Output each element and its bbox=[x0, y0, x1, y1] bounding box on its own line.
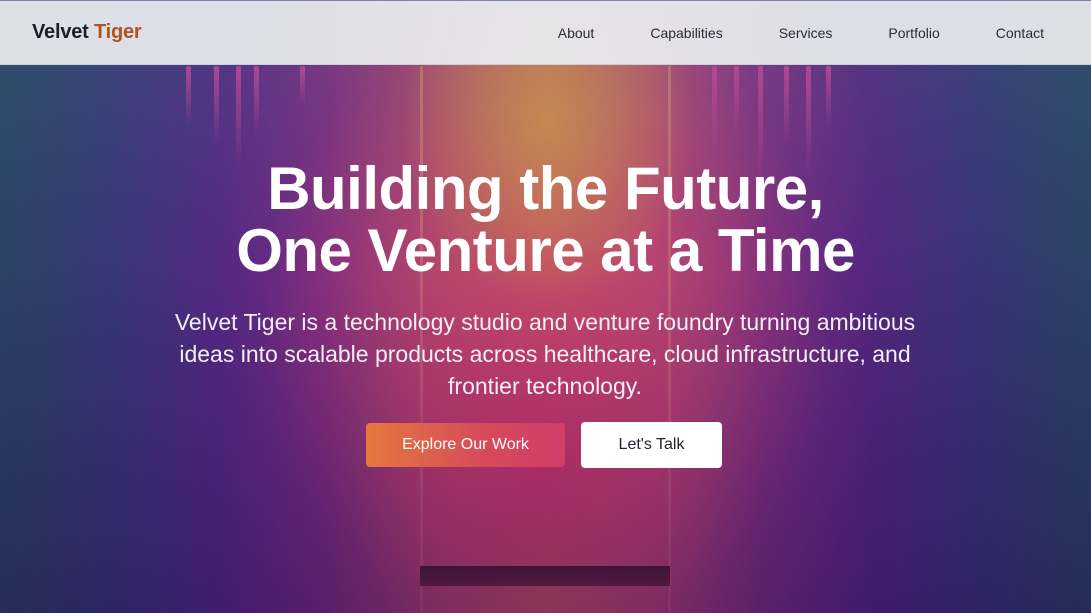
logo-text-accent: Tiger bbox=[93, 21, 142, 43]
hero-headline-line-2: One Venture at a Time bbox=[236, 217, 855, 284]
logo-text-primary: Velvet bbox=[32, 21, 89, 43]
brand-logo[interactable]: Velvet Tiger bbox=[32, 21, 142, 44]
lets-talk-button[interactable]: Let's Talk bbox=[581, 422, 722, 468]
top-navigation-bar: Velvet Tiger About Capabilities Services… bbox=[0, 0, 1091, 65]
nav-link-about[interactable]: About bbox=[558, 25, 595, 41]
nav-links: About Capabilities Services Portfolio Co… bbox=[558, 25, 1044, 41]
hero-headline-line-1: Building the Future, bbox=[267, 155, 824, 222]
hero-description: Velvet Tiger is a technology studio and … bbox=[174, 309, 916, 399]
landing-page: Velvet Tiger About Capabilities Services… bbox=[0, 0, 1091, 613]
explore-our-work-button[interactable]: Explore Our Work bbox=[366, 423, 565, 467]
nav-link-capabilities[interactable]: Capabilities bbox=[650, 25, 722, 41]
nav-link-contact[interactable]: Contact bbox=[996, 25, 1044, 41]
nav-link-portfolio[interactable]: Portfolio bbox=[888, 25, 939, 41]
nav-link-services[interactable]: Services bbox=[779, 25, 833, 41]
hero-headline: Building the Future, One Venture at a Ti… bbox=[0, 158, 1091, 282]
